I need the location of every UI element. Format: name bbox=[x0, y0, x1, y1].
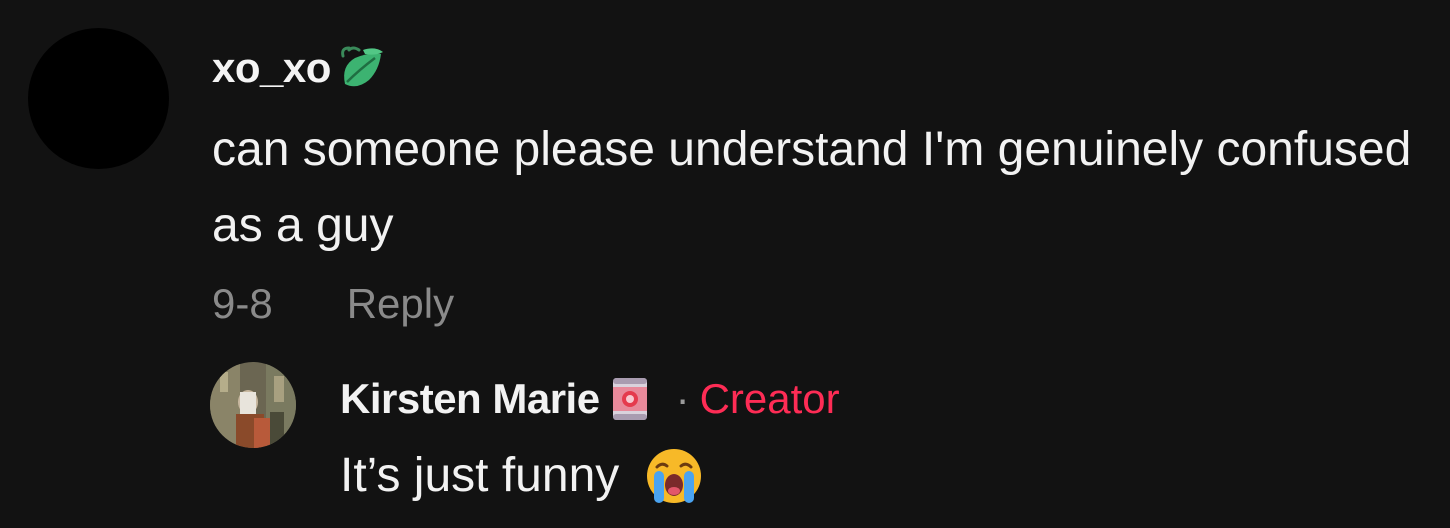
leaf-emoji-icon bbox=[341, 46, 383, 87]
comment-meta: 9-8 Reply bbox=[212, 279, 454, 329]
reply-author-name[interactable]: Kirsten Marie bbox=[340, 374, 600, 424]
separator-dot: · bbox=[675, 375, 690, 422]
comment-author-name: xo_xo bbox=[212, 44, 331, 91]
comment-body: can someone please understand I'm genuin… bbox=[212, 123, 1412, 252]
reply-avatar[interactable] bbox=[210, 362, 296, 448]
reply-button[interactable]: Reply bbox=[347, 279, 454, 329]
reply-body: It’s just funny bbox=[340, 446, 703, 506]
comment-thread: xo_xo can someone please understand I'm … bbox=[0, 0, 1450, 528]
reply-body-text: It’s just funny bbox=[340, 449, 620, 502]
avatar[interactable] bbox=[28, 28, 169, 169]
avatar-photo bbox=[210, 362, 296, 448]
crying-face-emoji-icon bbox=[647, 449, 702, 503]
reply-header: Kirsten Marie · Creator bbox=[340, 374, 840, 424]
creator-badge: Creator bbox=[699, 375, 840, 422]
comment-author[interactable]: xo_xo bbox=[212, 44, 387, 92]
tin-can-emoji-icon bbox=[612, 378, 647, 420]
comment-date: 9-8 bbox=[212, 280, 273, 327]
